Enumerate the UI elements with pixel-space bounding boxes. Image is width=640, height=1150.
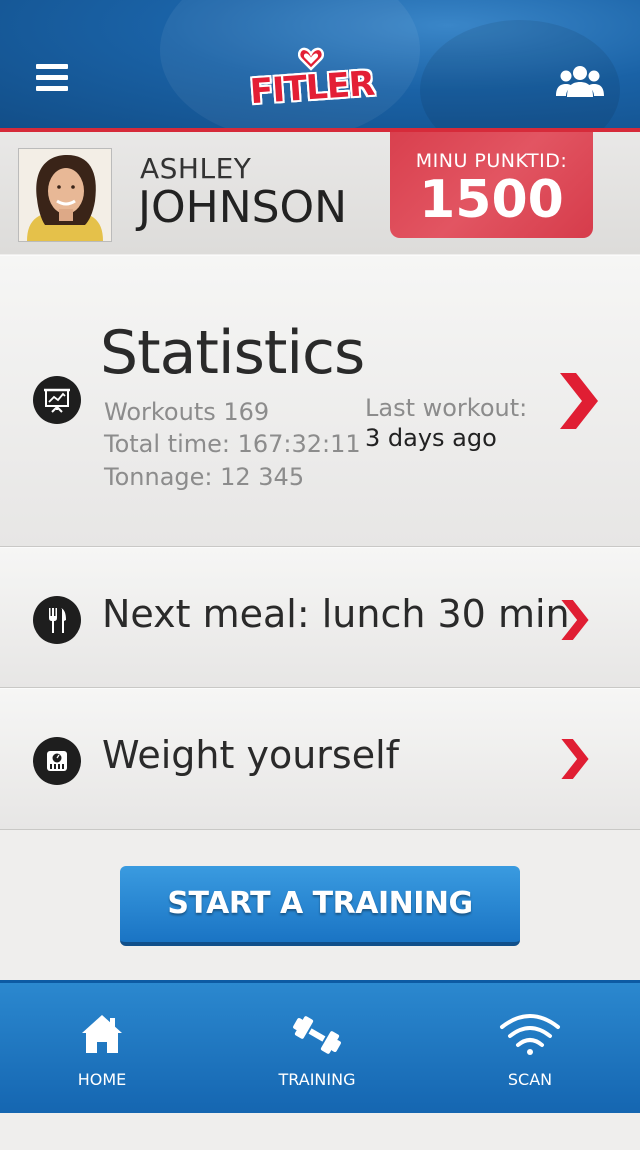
avatar-photo bbox=[19, 149, 111, 241]
nav-label-scan: SCAN bbox=[507, 1070, 553, 1089]
hamburger-icon-bar bbox=[36, 86, 68, 91]
presentation-chart-icon bbox=[44, 388, 70, 413]
chevron-right-icon bbox=[561, 739, 589, 779]
next-meal-label: Next meal: lunch 30 min bbox=[102, 592, 570, 636]
total-time: Total time: 167:32:11 bbox=[104, 430, 361, 458]
meal-icon-circle bbox=[33, 596, 81, 644]
tonnage: Tonnage: 12 345 bbox=[104, 463, 305, 491]
weight-card[interactable]: Weight yourself bbox=[0, 688, 640, 830]
chevron-right-icon bbox=[561, 600, 589, 640]
fork-knife-icon bbox=[49, 608, 66, 633]
weight-icon-circle bbox=[33, 737, 81, 785]
nav-label-home: HOME bbox=[77, 1070, 127, 1089]
home-icon bbox=[82, 1015, 122, 1053]
last-workout-value: 3 days ago bbox=[365, 424, 497, 452]
logo-text: FITLER bbox=[248, 63, 376, 113]
start-training-button[interactable]: START A TRAINING bbox=[120, 866, 520, 946]
wifi-icon bbox=[500, 1014, 560, 1055]
points-badge: MINU PUNKTID: 1500 bbox=[390, 132, 593, 238]
next-meal-card[interactable]: Next meal: lunch 30 min bbox=[0, 547, 640, 688]
hamburger-icon-bar bbox=[36, 75, 68, 80]
points-value: 1500 bbox=[419, 170, 564, 230]
nav-item-home[interactable]: HOME bbox=[2, 983, 202, 1113]
avatar[interactable] bbox=[18, 148, 112, 242]
workouts-count: Workouts 169 bbox=[104, 398, 270, 426]
fitler-logo: FITLER bbox=[246, 46, 386, 116]
last-name: JOHNSON bbox=[138, 182, 348, 233]
nav-label-training: TRAINING bbox=[278, 1070, 356, 1089]
statistics-card[interactable]: Statistics Workouts 169 Total time: 167:… bbox=[0, 255, 640, 547]
weight-label: Weight yourself bbox=[102, 733, 400, 777]
points-label: MINU PUNKTID: bbox=[415, 150, 568, 172]
scale-icon bbox=[47, 751, 67, 771]
group-button[interactable] bbox=[556, 64, 604, 98]
statistics-icon-circle bbox=[33, 376, 81, 424]
bottom-navigation: HOME TRAINING SCAN bbox=[0, 980, 640, 1113]
statistics-title: Statistics bbox=[100, 318, 365, 388]
nav-item-training[interactable]: TRAINING bbox=[217, 983, 417, 1113]
last-workout-label: Last workout: bbox=[365, 394, 528, 422]
nav-item-scan[interactable]: SCAN bbox=[430, 983, 630, 1113]
users-group-icon bbox=[556, 66, 604, 97]
first-name: ASHLEY bbox=[140, 152, 252, 185]
profile-bar: ASHLEY JOHNSON MINU PUNKTID: 1500 bbox=[0, 132, 640, 254]
menu-button[interactable] bbox=[36, 64, 70, 94]
app-header: FITLER bbox=[0, 0, 640, 128]
dumbbell-icon bbox=[293, 1016, 341, 1054]
chevron-right-icon bbox=[560, 373, 598, 429]
hamburger-icon-bar bbox=[36, 64, 68, 69]
